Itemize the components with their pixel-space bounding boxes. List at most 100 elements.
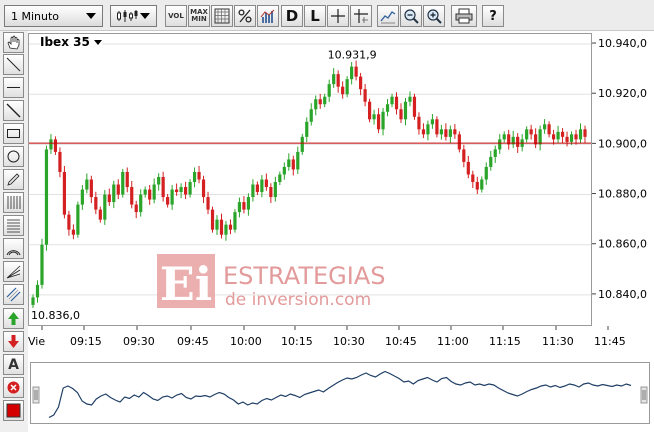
crosshair-grid-button[interactable] xyxy=(350,5,372,27)
instrument-name: Ibex 35 xyxy=(40,35,90,49)
horizontal-line-tool[interactable] xyxy=(3,77,24,98)
help-icon: ? xyxy=(489,8,497,24)
candle-up xyxy=(188,182,192,195)
candle-down xyxy=(219,219,224,235)
navigator-chart[interactable] xyxy=(31,363,649,423)
x-tick-label: 11:00 xyxy=(437,335,469,348)
candle-down xyxy=(291,159,295,170)
pencil-icon xyxy=(7,173,20,186)
zoom-in-icon xyxy=(427,9,442,24)
instrument-selector[interactable]: Ibex 35 xyxy=(40,35,102,49)
candle-up xyxy=(251,184,255,198)
fan-lines-tool[interactable] xyxy=(3,261,24,282)
candle-down xyxy=(367,101,372,120)
rectangle-tool[interactable] xyxy=(3,123,24,144)
candle-down xyxy=(574,134,578,140)
grid-button[interactable] xyxy=(211,5,233,27)
help-button[interactable]: ? xyxy=(482,5,504,27)
arc-tool[interactable] xyxy=(3,238,24,259)
candle-down xyxy=(71,229,75,235)
x-tick-label: 10:30 xyxy=(333,335,365,348)
candle-up xyxy=(439,129,443,135)
candle-up xyxy=(403,101,408,120)
ray-line-icon xyxy=(6,103,21,118)
candle-up xyxy=(282,166,286,175)
x-axis-labels: Vie 09:15 09:30 09:45 10:00 10:15 10:30 10:45 11… xyxy=(28,326,626,348)
candle-up xyxy=(76,204,80,235)
buy-arrow-tool[interactable] xyxy=(3,308,24,329)
ray-line-tool[interactable] xyxy=(3,100,24,121)
min-label: MIN xyxy=(191,15,207,23)
candle-up xyxy=(237,202,242,213)
pencil-tool[interactable] xyxy=(3,169,24,190)
percent-button[interactable] xyxy=(234,5,256,27)
fibonacci-tool[interactable] xyxy=(3,215,24,236)
candle-down xyxy=(341,86,345,95)
navigator-handle-right[interactable] xyxy=(640,386,648,404)
histogram-button[interactable] xyxy=(257,5,279,27)
crosshair-grid-icon xyxy=(354,9,368,23)
line-chart-button[interactable] xyxy=(377,5,399,27)
candle-down xyxy=(98,209,102,220)
color-picker-tool[interactable] xyxy=(3,400,24,421)
d-button[interactable]: D xyxy=(281,5,303,27)
hand-pan-tool[interactable] xyxy=(3,32,24,53)
candle-up xyxy=(381,111,385,130)
navigator-pane[interactable] xyxy=(30,362,650,424)
candle-down xyxy=(269,187,273,198)
text-tool[interactable]: A xyxy=(3,354,24,375)
candle-up xyxy=(502,134,506,140)
trend-line-tool[interactable] xyxy=(3,54,24,75)
y-tick-label: 10.880,0 xyxy=(598,188,647,201)
candle-down xyxy=(201,179,206,198)
print-button[interactable] xyxy=(451,5,477,27)
timeframe-dropdown[interactable]: 1 Minuto xyxy=(4,5,103,27)
channel-tool[interactable] xyxy=(3,284,24,305)
zoom-in-button[interactable] xyxy=(423,5,445,27)
candle-up xyxy=(112,184,116,203)
candle-down xyxy=(161,176,165,198)
candle-up xyxy=(192,171,197,183)
candle-up xyxy=(430,119,435,125)
candle-up xyxy=(179,187,183,193)
candle-up xyxy=(538,129,542,145)
candlestick-icon xyxy=(111,9,140,23)
candle-down xyxy=(89,179,93,198)
circle-tool[interactable] xyxy=(3,146,24,167)
max-min-button[interactable]: MAX MIN xyxy=(188,5,210,27)
arc-icon xyxy=(6,250,21,256)
vertical-grid-tool[interactable] xyxy=(3,192,24,213)
navigator-line xyxy=(48,370,632,419)
candle-down xyxy=(197,171,201,180)
candle-up xyxy=(543,124,547,130)
candle-up xyxy=(498,139,502,150)
chart-type-dropdown[interactable] xyxy=(110,5,157,27)
l-label: L xyxy=(310,7,320,25)
candle-up xyxy=(273,182,277,198)
candle-down xyxy=(354,66,358,77)
candle-up xyxy=(152,184,156,200)
candle-down xyxy=(264,179,268,188)
delete-drawings-tool[interactable] xyxy=(3,377,24,398)
x-tick-label: 09:45 xyxy=(177,335,209,348)
navigator-handle-left[interactable] xyxy=(32,386,40,404)
zoom-out-button[interactable] xyxy=(400,5,422,27)
l-button[interactable]: L xyxy=(304,5,326,27)
x-tick-label: Vie xyxy=(28,335,45,348)
chevron-down-icon xyxy=(93,39,102,45)
candle-up xyxy=(327,84,331,97)
fan-lines-icon xyxy=(6,265,21,279)
volume-button[interactable]: VOL xyxy=(165,5,187,27)
candle-up xyxy=(350,66,354,80)
arrow-up-icon xyxy=(8,312,19,325)
y-tick-label: 10.900,0 xyxy=(598,137,647,150)
sell-arrow-tool[interactable] xyxy=(3,331,24,352)
zoom-out-icon xyxy=(404,9,419,24)
d-label: D xyxy=(285,7,299,25)
candle-down xyxy=(58,151,62,172)
diagonal-line-icon xyxy=(6,57,21,72)
delete-icon xyxy=(7,381,20,394)
candle-up xyxy=(296,151,300,170)
crosshair-button[interactable] xyxy=(327,5,349,27)
x-tick-label: 10:45 xyxy=(385,335,417,348)
